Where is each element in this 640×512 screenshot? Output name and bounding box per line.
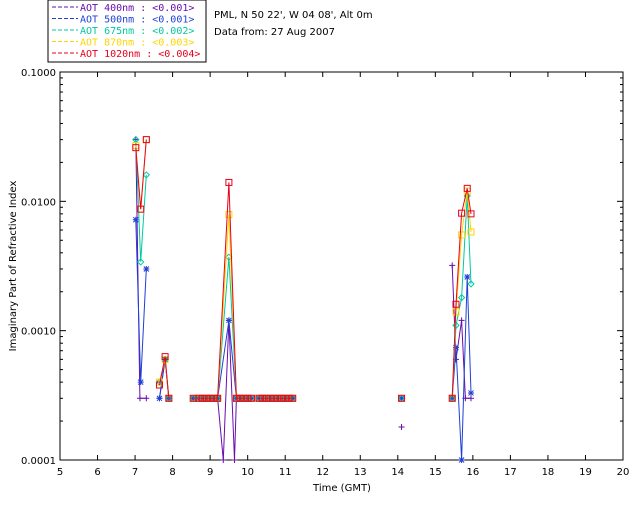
x-axis-title: Time (GMT) (312, 483, 371, 494)
data-point (143, 265, 150, 272)
x-tick-label: 12 (316, 467, 329, 478)
y-tick-label: 0.1000 (21, 68, 56, 79)
x-tick-label: 17 (504, 467, 517, 478)
y-axis-title: Imaginary Part of Refractive Index (8, 181, 19, 352)
data-point (225, 317, 232, 324)
x-tick-label: 10 (241, 467, 254, 478)
legend-label: AOT 675nm : <0.002> (80, 26, 194, 37)
series-3 (132, 136, 475, 402)
site-info-text: PML, N 50 22', W 04 08', Alt 0m (214, 10, 373, 21)
x-tick-label: 18 (542, 467, 555, 478)
series-0 (132, 136, 474, 463)
x-tick-label: 15 (429, 467, 442, 478)
x-tick-label: 13 (354, 467, 367, 478)
data-point (220, 457, 227, 463)
legend: AOT 400nm : <0.001>AOT 500nm : <0.001>AO… (47, 0, 207, 63)
x-tick-label: 6 (94, 467, 100, 478)
data-point (449, 262, 456, 269)
x-tick-label: 5 (57, 467, 63, 478)
data-point (467, 395, 474, 402)
x-tick-label: 7 (132, 467, 138, 478)
legend-label: AOT 500nm : <0.001> (80, 15, 194, 26)
series-layer (132, 135, 475, 463)
x-tick-label: 11 (279, 467, 292, 478)
data-point (137, 379, 144, 386)
data-point (458, 317, 465, 324)
x-tick-label: 20 (617, 467, 630, 478)
data-point (136, 395, 143, 402)
y-tick-label: 0.0100 (21, 197, 56, 208)
y-tick-label: 0.0001 (21, 456, 56, 467)
date-info-text: Data from: 27 Aug 2007 (214, 27, 335, 38)
data-point (398, 423, 405, 430)
legend-label: AOT 870nm : <0.003> (80, 38, 194, 49)
x-tick-label: 19 (579, 467, 592, 478)
aot-refractive-index-chart: AOT 400nm : <0.001>AOT 500nm : <0.001>AO… (8, 0, 630, 494)
x-tick-label: 16 (466, 467, 479, 478)
y-tick-label: 0.0010 (21, 327, 56, 338)
series-line (193, 320, 252, 399)
data-point (464, 273, 471, 280)
data-point (458, 457, 465, 463)
data-point (156, 395, 163, 402)
data-point (231, 457, 238, 463)
series-4 (132, 136, 475, 402)
plot-frame (59, 71, 624, 461)
x-axis: 5 6 7 8 9 10 11 12 13 14 15 16 17 18 19 20 (57, 72, 630, 478)
x-tick-label: 14 (391, 467, 404, 478)
x-tick-label: 8 (169, 467, 175, 478)
data-point (398, 395, 405, 402)
data-point (467, 389, 474, 396)
legend-label: AOT 1020nm : <0.004> (80, 49, 200, 60)
legend-label: AOT 400nm : <0.001> (80, 3, 194, 14)
series-1 (132, 216, 474, 463)
legend-entries: AOT 400nm : <0.001>AOT 500nm : <0.001>AO… (52, 3, 200, 60)
data-point (143, 395, 150, 402)
x-tick-label: 9 (207, 467, 213, 478)
y-axis: 0.0001 0.0010 0.0100 0.1000 (21, 68, 623, 467)
series-2 (132, 135, 475, 402)
series-line (451, 276, 472, 461)
data-point (132, 216, 139, 223)
